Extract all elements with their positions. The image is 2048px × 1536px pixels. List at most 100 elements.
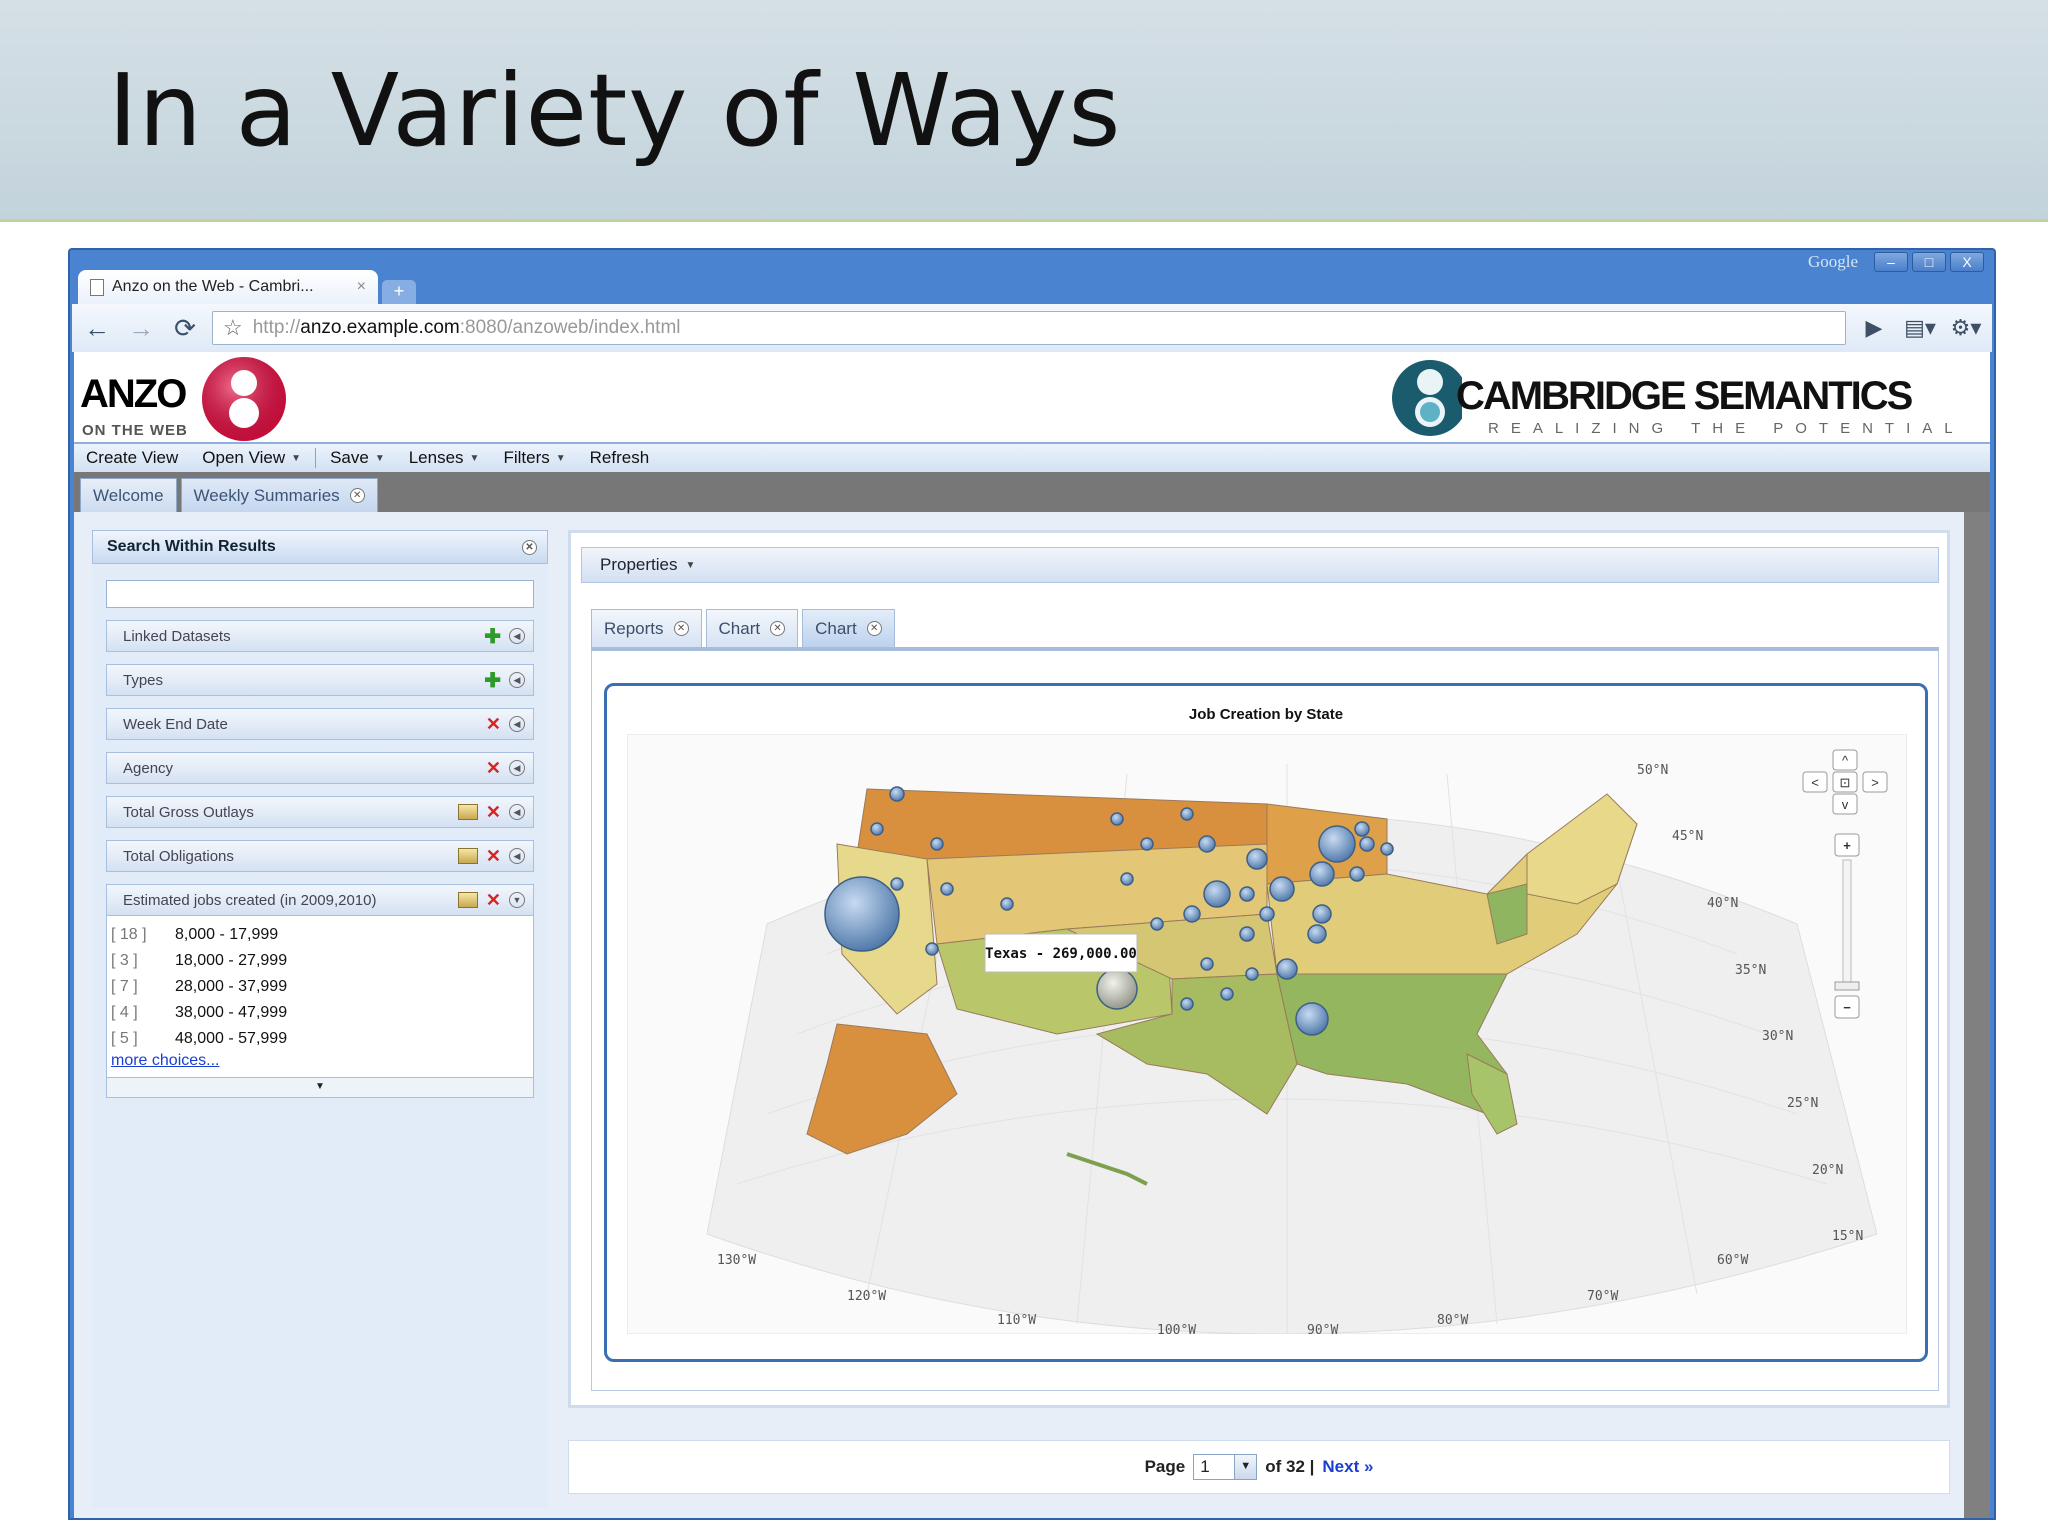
close-tab-icon[interactable]: ✕ <box>673 621 689 636</box>
bubble-maine[interactable] <box>1380 842 1394 856</box>
remove-icon[interactable]: ✕ <box>486 758 501 779</box>
zoom-slider-handle[interactable] <box>1834 981 1860 991</box>
bubble-arizona[interactable] <box>925 942 939 956</box>
bubble-indiana[interactable] <box>1239 886 1255 902</box>
close-tab-icon[interactable]: ✕ <box>866 621 882 636</box>
collapse-icon[interactable]: ◀ <box>509 672 525 688</box>
bubble-missouri[interactable] <box>1183 905 1201 923</box>
menu-open-view[interactable]: Open View ▼ <box>202 448 301 468</box>
close-panel-icon[interactable]: ✕ <box>522 539 537 555</box>
close-tab-icon[interactable]: × <box>357 278 366 296</box>
remove-icon[interactable]: ✕ <box>486 890 501 911</box>
maximize-button[interactable]: □ <box>1912 252 1946 272</box>
collapse-icon[interactable]: ◀ <box>509 760 525 776</box>
tab-chart-2[interactable]: Chart ✕ <box>802 609 895 647</box>
browser-tab[interactable]: Anzo on the Web - Cambri... × <box>78 270 378 304</box>
properties-bar[interactable]: Properties ▼ <box>581 547 1939 583</box>
menu-save[interactable]: Save ▼ <box>330 448 385 468</box>
bubble-florida[interactable] <box>1295 1002 1329 1036</box>
wrench-menu-icon[interactable]: ⚙▾ <box>1948 315 1984 341</box>
bubble-iowa[interactable] <box>1198 835 1216 853</box>
bubble-georgia[interactable] <box>1276 958 1298 980</box>
bubble-minnesota[interactable] <box>1140 837 1154 851</box>
menu-filters[interactable]: Filters ▼ <box>503 448 565 468</box>
facet-types[interactable]: Types ✚ ◀ <box>106 664 534 696</box>
bubble-alabama[interactable] <box>1245 967 1259 981</box>
bookmark-star-icon[interactable]: ☆ <box>223 315 243 341</box>
page-number-select[interactable]: 1 ▼ <box>1193 1454 1258 1480</box>
reload-icon[interactable]: ⟳ <box>168 313 202 344</box>
bubble-pennsylvania[interactable] <box>1309 861 1335 887</box>
bubble-louisiana[interactable] <box>1180 997 1194 1011</box>
close-tab-icon[interactable]: ✕ <box>770 621 786 636</box>
bubble-virginia[interactable] <box>1312 904 1332 924</box>
zoom-slider-track[interactable] <box>1842 859 1852 991</box>
page-menu-icon[interactable]: ▤▾ <box>1902 315 1938 341</box>
bubble-north-carolina[interactable] <box>1307 924 1327 944</box>
add-icon[interactable]: ✚ <box>484 668 501 693</box>
facet-linked-datasets[interactable]: Linked Datasets ✚ ◀ <box>106 620 534 652</box>
bubble-tennessee[interactable] <box>1239 926 1255 942</box>
range-item[interactable]: [ 3 ] 18,000 - 27,999 <box>111 948 529 974</box>
forward-arrow-icon[interactable]: → <box>124 313 158 344</box>
collapse-icon[interactable]: ◀ <box>509 716 525 732</box>
expand-icon[interactable]: ▼ <box>509 892 525 908</box>
bubble-oklahoma[interactable] <box>1150 917 1164 931</box>
collapse-icon[interactable]: ◀ <box>509 804 525 820</box>
bubble-michigan[interactable] <box>1246 848 1268 870</box>
expand-list-icon[interactable]: ▼ <box>107 1077 533 1097</box>
bubble-kansas[interactable] <box>1120 872 1134 886</box>
go-arrow-icon[interactable]: ▶ <box>1856 315 1892 341</box>
new-tab-button[interactable]: + <box>382 280 416 304</box>
bubble-north-dakota[interactable] <box>1110 812 1124 826</box>
address-bar[interactable]: ☆ http:// anzo.example.com :8080/anzoweb… <box>212 311 1846 345</box>
tab-welcome[interactable]: Welcome <box>80 478 177 512</box>
close-window-button[interactable]: X <box>1950 252 1984 272</box>
bubble-new-york[interactable] <box>1318 825 1356 863</box>
bubble-colorado[interactable] <box>1000 897 1014 911</box>
bubble-massachusetts[interactable] <box>1359 836 1375 852</box>
menu-refresh[interactable]: Refresh <box>590 448 650 468</box>
bubble-kentucky[interactable] <box>1259 906 1275 922</box>
bubble-new-jersey[interactable] <box>1349 866 1365 882</box>
range-item[interactable]: [ 7 ] 28,000 - 37,999 <box>111 974 529 1000</box>
collapse-icon[interactable]: ◀ <box>509 628 525 644</box>
next-page-link[interactable]: Next » <box>1322 1457 1373 1477</box>
bubble-wisconsin[interactable] <box>1180 807 1194 821</box>
minimize-button[interactable]: – <box>1874 252 1908 272</box>
bubble-washington[interactable] <box>889 786 905 802</box>
facet-total-obligations[interactable]: Total Obligations ✕ ◀ <box>106 840 534 872</box>
bubble-utah[interactable] <box>940 882 954 896</box>
edit-icon[interactable] <box>457 892 478 908</box>
range-item[interactable]: [ 4 ] 38,000 - 47,999 <box>111 1000 529 1026</box>
tab-reports[interactable]: Reports ✕ <box>591 609 702 647</box>
add-icon[interactable]: ✚ <box>484 624 501 649</box>
back-arrow-icon[interactable]: ← <box>80 313 114 344</box>
edit-icon[interactable] <box>457 804 478 820</box>
menu-create-view[interactable]: Create View <box>86 448 178 468</box>
bubble-mississippi[interactable] <box>1220 987 1234 1001</box>
remove-icon[interactable]: ✕ <box>486 846 501 867</box>
menu-lenses[interactable]: Lenses ▼ <box>409 448 480 468</box>
range-item[interactable]: [ 5 ] 48,000 - 57,999 <box>111 1026 529 1052</box>
bubble-arkansas[interactable] <box>1200 957 1214 971</box>
facet-total-gross-outlays[interactable]: Total Gross Outlays ✕ ◀ <box>106 796 534 828</box>
more-choices-link[interactable]: more choices... <box>111 1052 219 1069</box>
us-map-chart[interactable]: Texas - 269,000.00 50°N 45°N 40°N 35°N 3… <box>627 734 1907 1334</box>
range-item[interactable]: [ 18 ] 8,000 - 17,999 <box>111 922 529 948</box>
bubble-nevada[interactable] <box>890 877 904 891</box>
tab-weekly-summaries[interactable]: Weekly Summaries ✕ <box>180 478 378 512</box>
facet-week-end-date[interactable]: Week End Date ✕ ◀ <box>106 708 534 740</box>
edit-icon[interactable] <box>457 848 478 864</box>
bubble-oregon[interactable] <box>870 822 884 836</box>
close-tab-icon[interactable]: ✕ <box>349 488 365 503</box>
bubble-illinois[interactable] <box>1203 880 1231 908</box>
search-input[interactable] <box>106 580 534 608</box>
bubble-ohio[interactable] <box>1269 876 1295 902</box>
remove-icon[interactable]: ✕ <box>486 802 501 823</box>
tab-chart-1[interactable]: Chart ✕ <box>705 609 799 647</box>
bubble-texas[interactable] <box>1096 968 1138 1010</box>
collapse-icon[interactable]: ◀ <box>509 848 525 864</box>
remove-icon[interactable]: ✕ <box>486 714 501 735</box>
bubble-idaho[interactable] <box>930 837 944 851</box>
